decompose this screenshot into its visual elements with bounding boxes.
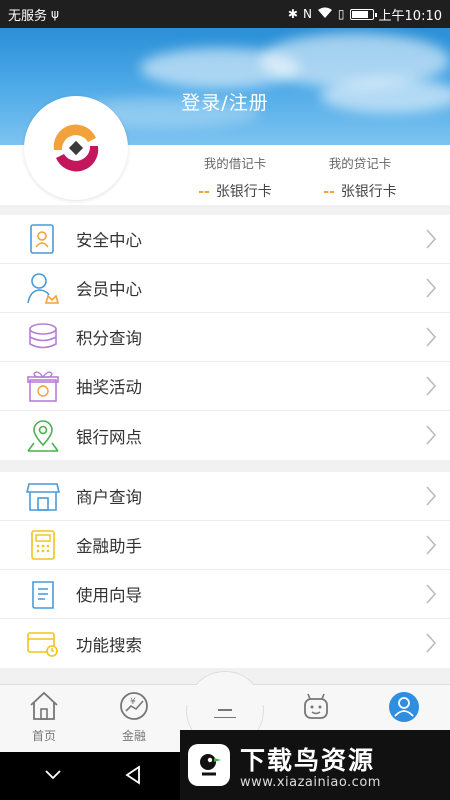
credit-card-summary[interactable]: 我的贷记卡 -- 张银行卡 xyxy=(300,153,420,201)
credit-card-label: 我的贷记卡 xyxy=(328,156,392,171)
menu-label: 抽奖活动 xyxy=(76,378,142,397)
nav-finance-label: 金融 xyxy=(121,729,146,743)
debit-card-value: 张银行卡 xyxy=(215,184,272,200)
watermark-url: www.xiazainiao.com xyxy=(240,774,381,790)
menu-label: 银行网点 xyxy=(76,427,142,447)
chevron-right-icon xyxy=(426,229,437,249)
menu-item-bank-branches[interactable]: 银行网点 xyxy=(0,411,450,460)
menu-label: 金融助手 xyxy=(76,537,142,556)
debit-card-label: 我的借记卡 xyxy=(203,156,267,171)
menu-item-function-search[interactable]: 功能搜索 xyxy=(0,619,450,668)
shop-icon xyxy=(25,478,61,514)
chevron-right-icon xyxy=(426,584,437,604)
menu-group-services: 商户查询 金融助手 使用向导 功能搜索 xyxy=(0,472,450,668)
watermark-bird-logo-icon xyxy=(188,744,230,786)
guide-book-icon xyxy=(25,576,61,612)
calculator-icon xyxy=(25,527,61,563)
chevron-right-icon xyxy=(426,535,437,555)
nfc-icon: N xyxy=(302,7,312,21)
nav-assistant[interactable] xyxy=(286,691,346,725)
chevron-right-icon xyxy=(426,633,437,653)
nav-home-label: 首页 xyxy=(31,729,56,743)
nav-home[interactable]: 首页 xyxy=(14,691,74,744)
menu-label: 积分查询 xyxy=(76,329,142,348)
status-bar: 无服务 ψ ✱ N ▯ 上午10:10 xyxy=(0,0,450,28)
lottery-gift-icon xyxy=(25,368,61,404)
carrier-text: 无服务 xyxy=(8,8,48,24)
credit-card-value: 张银行卡 xyxy=(340,184,397,200)
location-pin-icon xyxy=(25,418,61,454)
chevron-right-icon xyxy=(426,425,437,445)
status-time: 上午10:10 xyxy=(378,8,442,24)
profile-user-icon xyxy=(389,692,419,722)
vibrate-icon: ▯ xyxy=(337,7,345,21)
chevron-right-icon xyxy=(426,278,437,298)
member-icon xyxy=(25,270,61,306)
chevron-right-icon xyxy=(426,376,437,396)
menu-item-member-center[interactable]: 会员中心 xyxy=(0,264,450,313)
back-triangle-icon[interactable] xyxy=(124,765,142,785)
bank-logo-icon xyxy=(53,124,99,172)
watermark-title: 下载鸟资源 xyxy=(240,745,376,775)
nav-finance[interactable]: ¥ 金融 xyxy=(104,691,164,744)
home-icon xyxy=(30,691,58,720)
battery-icon xyxy=(349,8,377,20)
wifi-icon xyxy=(317,7,333,22)
watermark-banner: 下载鸟资源 www.xiazainiao.com xyxy=(180,730,450,800)
svg-text:¥: ¥ xyxy=(130,697,136,707)
bank-logo-avatar[interactable] xyxy=(24,96,128,200)
menu-label: 商户查询 xyxy=(76,488,142,507)
menu-item-user-guide[interactable]: 使用向导 xyxy=(0,570,450,619)
card-search-icon xyxy=(25,626,61,662)
robot-face-icon xyxy=(304,693,328,719)
usb-icon: ψ xyxy=(51,7,59,21)
menu-item-points-query[interactable]: 积分查询 xyxy=(0,313,450,362)
debit-card-count: -- xyxy=(198,184,210,200)
finance-chart-icon: ¥ xyxy=(120,692,148,720)
menu-label: 使用向导 xyxy=(76,586,142,605)
collapse-down-icon[interactable] xyxy=(44,769,62,781)
menu-label: 功能搜索 xyxy=(76,635,142,655)
menu-label: 安全中心 xyxy=(76,231,142,250)
menu-item-merchant-query[interactable]: 商户查询 xyxy=(0,472,450,521)
credit-card-count: -- xyxy=(323,184,335,200)
points-icon xyxy=(25,319,61,355)
menu-label: 会员中心 xyxy=(76,280,142,299)
bluetooth-icon: ✱ xyxy=(287,7,298,21)
nav-profile[interactable] xyxy=(374,691,434,727)
debit-card-summary[interactable]: 我的借记卡 -- 张银行卡 xyxy=(175,153,295,201)
chevron-right-icon xyxy=(426,327,437,347)
menu-item-lottery[interactable]: 抽奖活动 xyxy=(0,362,450,411)
chevron-right-icon xyxy=(426,486,437,506)
menu-item-security-center[interactable]: 安全中心 xyxy=(0,215,450,264)
security-icon xyxy=(25,221,61,257)
menu-item-financial-assistant[interactable]: 金融助手 xyxy=(0,521,450,570)
menu-group-account: 安全中心 会员中心 积分查询 抽奖活动 银行网点 xyxy=(0,215,450,460)
